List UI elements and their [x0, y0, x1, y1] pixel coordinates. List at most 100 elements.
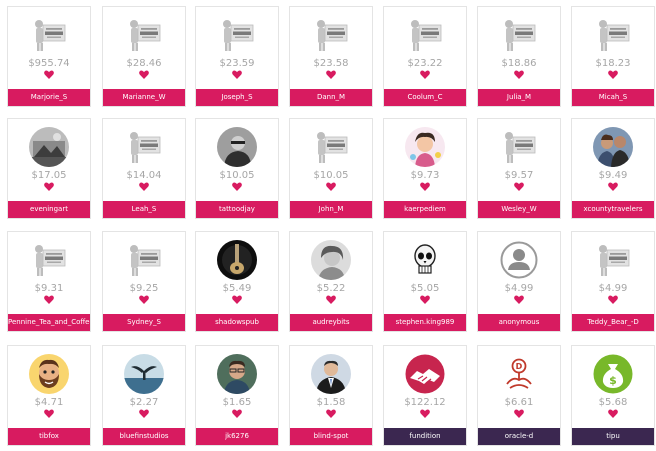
donor-name-link[interactable]: Marianne_W: [103, 89, 185, 106]
donor-card[interactable]: $955.74 Marjorie_S: [7, 6, 91, 107]
donation-amount: $9.73: [410, 170, 440, 181]
avatar-image: [217, 127, 257, 167]
donor-card[interactable]: $10.05 tattoodjay: [195, 118, 279, 219]
handshake-logo-avatar: [405, 354, 445, 394]
donor-name-link[interactable]: audreybits: [290, 314, 372, 331]
avatar-image: [124, 15, 164, 55]
donor-card[interactable]: $23.58 Dann_M: [289, 6, 373, 107]
avatar-image: [405, 354, 445, 394]
donor-name-link[interactable]: Coolum_C: [384, 89, 466, 106]
donor-name-link[interactable]: Wesley_W: [478, 201, 560, 218]
heart-icon[interactable]: [608, 409, 618, 418]
heart-icon[interactable]: [44, 409, 54, 418]
donor-name-link[interactable]: Marjorie_S: [8, 89, 90, 106]
no-image-placeholder-avatar: [311, 127, 351, 167]
heart-icon[interactable]: [514, 409, 524, 418]
heart-icon[interactable]: [139, 182, 149, 191]
donor-card[interactable]: $5.22 audreybits: [289, 231, 373, 332]
heart-icon[interactable]: [44, 295, 54, 304]
photo-couple-avatar: [593, 127, 633, 167]
heart-icon[interactable]: [420, 182, 430, 191]
heart-icon[interactable]: [44, 70, 54, 79]
donor-name-link[interactable]: Leah_S: [103, 201, 185, 218]
donor-name-link[interactable]: tipu: [572, 428, 654, 445]
donor-name-link[interactable]: blind-spot: [290, 428, 372, 445]
donor-name-link[interactable]: Teddy_Bear_-D: [572, 314, 654, 331]
heart-icon[interactable]: [326, 182, 336, 191]
heart-icon[interactable]: [326, 409, 336, 418]
donor-name-link[interactable]: Pennine_Tea_and_Coffee: [8, 314, 90, 331]
donor-card[interactable]: $9.73 kaerpediem: [383, 118, 467, 219]
donor-name-link[interactable]: jk6276: [196, 428, 278, 445]
donor-card[interactable]: $1.65 jk6276: [195, 345, 279, 446]
donor-name-link[interactable]: eveningart: [8, 201, 90, 218]
heart-icon[interactable]: [420, 409, 430, 418]
avatar-image: [124, 127, 164, 167]
heart-icon[interactable]: [608, 70, 618, 79]
heart-icon[interactable]: [232, 70, 242, 79]
donor-card[interactable]: $9.31 Pennine_Tea_and_Coffee: [7, 231, 91, 332]
donation-amount: $955.74: [28, 58, 70, 69]
donor-name-link[interactable]: kaerpediem: [384, 201, 466, 218]
donor-card[interactable]: $9.49 xcountytravelers: [571, 118, 655, 219]
heart-icon[interactable]: [44, 182, 54, 191]
donor-name-link[interactable]: xcountytravelers: [572, 201, 654, 218]
heart-icon[interactable]: [420, 70, 430, 79]
donor-card[interactable]: $9.57 Wesley_W: [477, 118, 561, 219]
donation-amount: $4.99: [598, 283, 628, 294]
donor-card[interactable]: $23.59 Joseph_S: [195, 6, 279, 107]
donor-name-link[interactable]: Dann_M: [290, 89, 372, 106]
donor-name-link[interactable]: tibfox: [8, 428, 90, 445]
donor-name-link[interactable]: anonymous: [478, 314, 560, 331]
donor-card[interactable]: $2.27 bluefinstudios: [102, 345, 186, 446]
donor-name-link[interactable]: Sydney_S: [103, 314, 185, 331]
donor-name-link[interactable]: stephen.king989: [384, 314, 466, 331]
heart-icon[interactable]: [139, 295, 149, 304]
donor-card[interactable]: $122.12 fundition: [383, 345, 467, 446]
donor-name-link[interactable]: Julia_M: [478, 89, 560, 106]
donor-name-link[interactable]: tattoodjay: [196, 201, 278, 218]
heart-icon[interactable]: [139, 409, 149, 418]
heart-icon[interactable]: [232, 295, 242, 304]
donor-name-link[interactable]: Joseph_S: [196, 89, 278, 106]
heart-icon[interactable]: [232, 182, 242, 191]
photo-man-suit-avatar: [311, 354, 351, 394]
donor-card[interactable]: D $6.61 oracle-d: [477, 345, 561, 446]
donor-card[interactable]: $4.99 Teddy_Bear_-D: [571, 231, 655, 332]
donor-card[interactable]: $5.49 shadowspub: [195, 231, 279, 332]
donation-amount: $18.23: [595, 58, 631, 69]
donor-card[interactable]: $5.05 stephen.king989: [383, 231, 467, 332]
heart-icon[interactable]: [608, 182, 618, 191]
donor-card[interactable]: $4.99 anonymous: [477, 231, 561, 332]
donor-card[interactable]: $14.04 Leah_S: [102, 118, 186, 219]
donor-card[interactable]: $23.22 Coolum_C: [383, 6, 467, 107]
heart-icon[interactable]: [326, 70, 336, 79]
donor-name-link[interactable]: Micah_S: [572, 89, 654, 106]
donor-name-link[interactable]: John_M: [290, 201, 372, 218]
donor-card[interactable]: $28.46 Marianne_W: [102, 6, 186, 107]
heart-icon[interactable]: [608, 295, 618, 304]
heart-icon[interactable]: [232, 409, 242, 418]
donor-name-link[interactable]: bluefinstudios: [103, 428, 185, 445]
donor-card[interactable]: $9.25 Sydney_S: [102, 231, 186, 332]
heart-icon[interactable]: [420, 295, 430, 304]
avatar-image: [124, 240, 164, 280]
donor-card[interactable]: $10.05 John_M: [289, 118, 373, 219]
donor-name-link[interactable]: fundition: [384, 428, 466, 445]
donor-card[interactable]: $1.58 blind-spot: [289, 345, 373, 446]
donor-name-link[interactable]: oracle-d: [478, 428, 560, 445]
donor-card[interactable]: $18.86 Julia_M: [477, 6, 561, 107]
donor-name-link[interactable]: shadowspub: [196, 314, 278, 331]
donor-card[interactable]: $18.23 Micah_S: [571, 6, 655, 107]
donor-card[interactable]: $ $5.68 tipu: [571, 345, 655, 446]
donor-card[interactable]: $4.71 tibfox: [7, 345, 91, 446]
heart-icon[interactable]: [514, 295, 524, 304]
avatar-image: [29, 127, 69, 167]
heart-icon[interactable]: [514, 182, 524, 191]
photo-man-glasses-avatar: [217, 354, 257, 394]
heart-icon[interactable]: [139, 70, 149, 79]
heart-icon[interactable]: [326, 295, 336, 304]
donor-grid: $955.74 Marjorie_S $28.46 Marianne_W $23.5…: [0, 0, 656, 451]
donor-card[interactable]: $17.05 eveningart: [7, 118, 91, 219]
heart-icon[interactable]: [514, 70, 524, 79]
